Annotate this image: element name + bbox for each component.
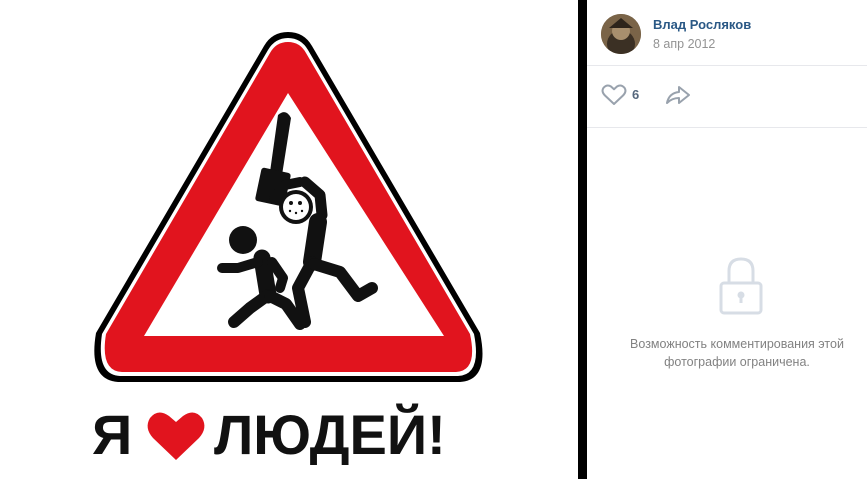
post-actions: 6 <box>601 82 851 108</box>
comments-restricted-message: Возможность комментирования этой фотогра… <box>630 337 844 369</box>
like-count: 6 <box>632 87 640 102</box>
author-name-link[interactable]: Влад Росляков <box>653 17 751 32</box>
slogan-right-text: ЛЮДЕЙ! <box>214 403 446 466</box>
share-button[interactable] <box>665 84 691 106</box>
slogan-left-text: Я <box>92 403 132 466</box>
lock-icon <box>719 257 763 315</box>
divider <box>587 127 867 128</box>
post-author: Влад Росляков 8 апр 2012 <box>601 14 861 54</box>
like-button[interactable]: 6 <box>601 82 645 108</box>
divider <box>587 65 867 66</box>
heart-outline-icon <box>601 84 627 105</box>
heart-icon <box>147 412 205 460</box>
photo-divider <box>578 0 587 479</box>
photo-viewer[interactable]: Я ЛЮДЕЙ! <box>0 0 578 479</box>
photo-sidebar: Влад Росляков 8 апр 2012 6 Возможность к… <box>587 0 867 479</box>
share-arrow-icon <box>666 86 690 104</box>
slogan: Я ЛЮДЕЙ! <box>0 398 578 468</box>
post-date: 8 апр 2012 <box>653 37 716 51</box>
author-avatar[interactable] <box>601 14 641 54</box>
